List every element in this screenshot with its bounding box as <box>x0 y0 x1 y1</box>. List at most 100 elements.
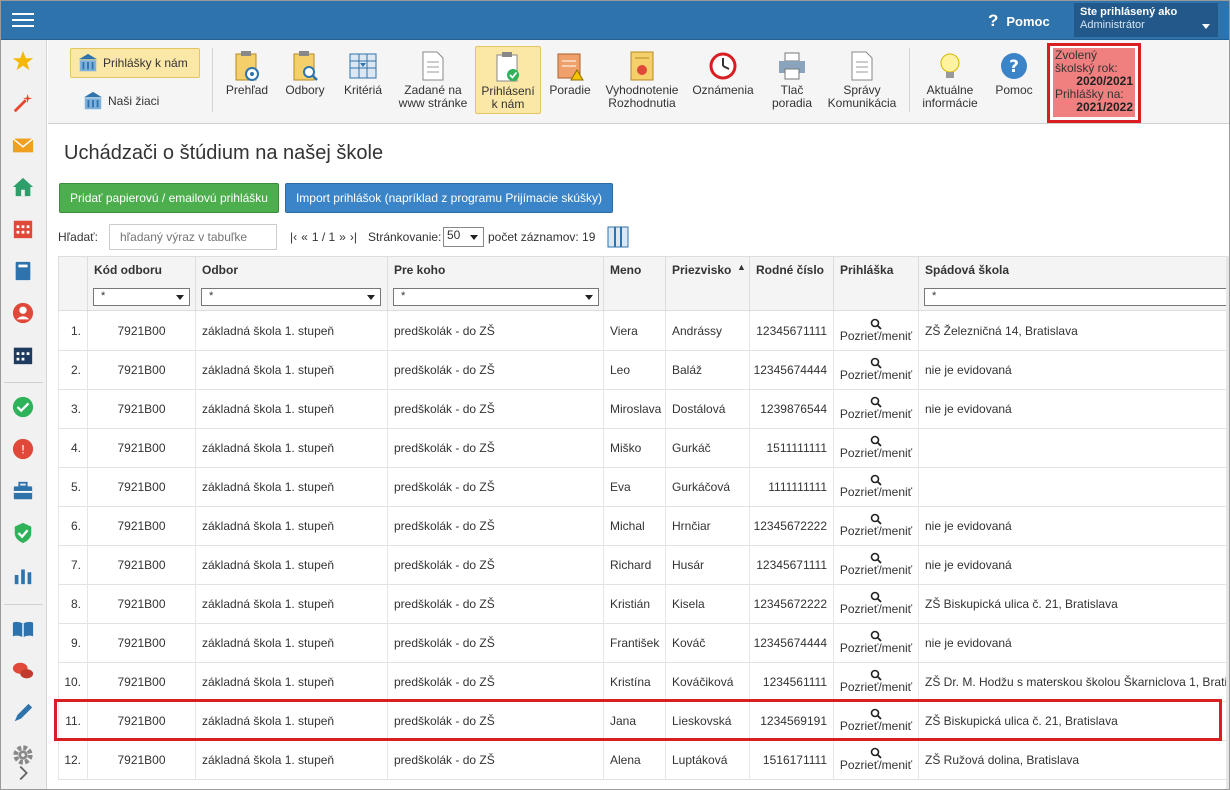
home-icon[interactable] <box>12 176 34 198</box>
star-icon[interactable] <box>12 50 34 72</box>
bar-chart-icon[interactable] <box>12 564 34 586</box>
pen-icon[interactable] <box>12 702 34 724</box>
view-edit-link[interactable]: Pozrieť/meniť <box>833 585 918 624</box>
user-menu[interactable]: Ste prihlásený ako Administrátor <box>1074 3 1218 37</box>
table-row[interactable]: 6. 7921B00 základná škola 1. stupeň predško… <box>58 507 1230 546</box>
toolbar-oznamenia-button[interactable]: Oznámenia <box>688 46 758 114</box>
table-row[interactable]: 1. 7921B00 základná škola 1. stupeň predško… <box>58 312 1230 351</box>
view-edit-label: Pozrieť/meniť <box>839 602 913 616</box>
table-row[interactable]: 5. 7921B00 základná škola 1. stupeň predško… <box>58 468 1230 507</box>
cell-spadova <box>918 429 1230 468</box>
school-year-selector[interactable]: Zvolený školský rok: 2020/2021 Prihlášky… <box>1047 43 1141 123</box>
warning-circle-icon[interactable]: ! <box>12 438 34 460</box>
col-header-spadova[interactable]: Spádová škola * <box>918 257 1230 312</box>
view-edit-link[interactable]: Pozrieť/meniť <box>833 702 918 741</box>
table-row[interactable]: 9. 7921B00 základná škola 1. stupeň predško… <box>58 624 1230 663</box>
calendar-icon[interactable] <box>12 218 34 240</box>
columns-toggle-icon[interactable] <box>607 226 629 248</box>
pager-last[interactable]: ›| <box>350 230 357 244</box>
paging-select[interactable]: 50 <box>443 227 484 247</box>
cell-n: 4. <box>58 429 87 468</box>
table-row[interactable]: 10. 7921B00 základná škola 1. stupeň predšk… <box>58 663 1230 702</box>
pager-first[interactable]: |‹ <box>290 230 297 244</box>
chat-icon[interactable] <box>12 660 34 682</box>
filter-kod-select[interactable]: * <box>93 288 190 306</box>
help-top-button[interactable]: ? Pomoc <box>988 11 1050 31</box>
cell-meno: Miško <box>603 429 665 468</box>
filter-prekoho-select[interactable]: * <box>393 288 599 306</box>
tab-nasi-ziaci[interactable]: Naši žiaci <box>76 88 165 114</box>
col-header-prihlaska[interactable]: Prihláška <box>833 257 918 312</box>
col-header-prekoho[interactable]: Pre koho * <box>387 257 603 312</box>
toolbar-aktualne-button[interactable]: Aktuálne informácie <box>916 46 984 114</box>
chevron-right-icon[interactable] <box>12 762 34 784</box>
pager-next[interactable]: » <box>339 230 346 244</box>
cell-priezvisko: Andrássy <box>665 312 749 351</box>
toolbar-kriteria-button[interactable]: Kritériá <box>335 46 391 114</box>
add-application-button[interactable]: Pridať papierovú / emailovú prihlášku <box>59 183 279 213</box>
view-edit-link[interactable]: Pozrieť/meniť <box>833 741 918 780</box>
filter-spadova-input[interactable]: * <box>924 288 1230 306</box>
import-applications-button[interactable]: Import prihlášok (napríklad z programu P… <box>285 183 613 213</box>
toolbar-tlac-button[interactable]: Tlač poradia <box>762 46 822 114</box>
check-circle-icon[interactable] <box>12 396 34 418</box>
toolbar-zadane-button[interactable]: Zadané na www stránke <box>394 46 472 114</box>
col-header-priezvisko[interactable]: Priezvisko ▲ <box>665 257 749 312</box>
envelope-icon[interactable] <box>12 134 34 156</box>
briefcase-icon[interactable] <box>12 480 34 502</box>
toolbar-prehlad-button[interactable]: Prehľad <box>219 46 275 114</box>
view-edit-link[interactable]: Pozrieť/meniť <box>833 507 918 546</box>
table-row[interactable]: 7. 7921B00 základná škola 1. stupeň predško… <box>58 546 1230 585</box>
cell-priezvisko: Kisela <box>665 585 749 624</box>
filter-odbor-select[interactable]: * <box>201 288 381 306</box>
view-edit-label: Pozrieť/meniť <box>839 368 913 382</box>
user-circle-icon[interactable] <box>12 302 34 324</box>
open-book-icon[interactable] <box>12 618 34 640</box>
table-filter-icon <box>349 53 377 79</box>
clipboard-check-icon <box>496 52 519 82</box>
table-row[interactable]: 11. 7921B00 základná škola 1. stupeň predšk… <box>58 702 1230 741</box>
table-row[interactable]: 3. 7921B00 základná škola 1. stupeň predško… <box>58 390 1230 429</box>
shield-check-icon[interactable] <box>12 522 34 544</box>
toolbar-prihlaseni-button[interactable]: Prihlásení k nám <box>475 46 541 114</box>
tab-prihlasky-k-nam[interactable]: Prihlášky k nám <box>70 48 200 78</box>
col-header-odbor[interactable]: Odbor * <box>195 257 387 312</box>
hamburger-menu-icon[interactable] <box>12 10 34 30</box>
toolbar-button-label2: Komunikácia <box>827 96 897 110</box>
toolbar-spravy-button[interactable]: Správy Komunikácia <box>826 46 898 114</box>
cell-meno: Richard <box>603 546 665 585</box>
cell-spadova: nie je evidovaná <box>918 624 1230 663</box>
cell-spadova: ZŠ Železničná 14, Bratislava <box>918 312 1230 351</box>
table-row[interactable]: 4. 7921B00 základná škola 1. stupeň predško… <box>58 429 1230 468</box>
cell-rodne: 12345674444 <box>749 351 833 390</box>
clipboard-search-icon <box>293 51 318 81</box>
schedule-icon[interactable] <box>12 344 34 366</box>
view-edit-link[interactable]: Pozrieť/meniť <box>833 468 918 507</box>
view-edit-link[interactable]: Pozrieť/meniť <box>833 351 918 390</box>
table-row[interactable]: 2. 7921B00 základná škola 1. stupeň predško… <box>58 351 1230 390</box>
toolbar-pomoc-button[interactable]: ? Pomoc <box>988 46 1040 114</box>
magic-wand-icon[interactable] <box>12 92 34 114</box>
toolbar-vyhodnotenie-button[interactable]: Vyhodnotenie Rozhodnutia <box>600 46 684 114</box>
search-input[interactable] <box>109 224 277 250</box>
col-header-rodne[interactable]: Rodné číslo <box>749 257 833 312</box>
table-row[interactable]: 8. 7921B00 základná škola 1. stupeň predško… <box>58 585 1230 624</box>
col-header-meno[interactable]: Meno <box>603 257 665 312</box>
col-header-kod[interactable]: Kód odboru * <box>87 257 195 312</box>
book-icon[interactable] <box>12 260 34 282</box>
toolbar-odbory-button[interactable]: Odbory <box>278 46 332 114</box>
cell-spadova: nie je evidovaná <box>918 390 1230 429</box>
cell-prekoho: predškolák - do ZŠ <box>387 429 603 468</box>
view-edit-link[interactable]: Pozrieť/meniť <box>833 546 918 585</box>
help-circle-icon: ? <box>1001 53 1027 79</box>
pager-prev[interactable]: « <box>301 230 308 244</box>
view-edit-link[interactable]: Pozrieť/meniť <box>833 390 918 429</box>
view-edit-link[interactable]: Pozrieť/meniť <box>833 312 918 351</box>
view-edit-link[interactable]: Pozrieť/meniť <box>833 429 918 468</box>
toolbar-poradie-button[interactable]: Poradie <box>544 46 596 114</box>
cell-rodne: 12345672222 <box>749 585 833 624</box>
toolbar-button-label2: www stránke <box>398 96 468 110</box>
table-row[interactable]: 12. 7921B00 základná škola 1. stupeň predšk… <box>58 741 1230 780</box>
view-edit-link[interactable]: Pozrieť/meniť <box>833 663 918 702</box>
view-edit-link[interactable]: Pozrieť/meniť <box>833 624 918 663</box>
